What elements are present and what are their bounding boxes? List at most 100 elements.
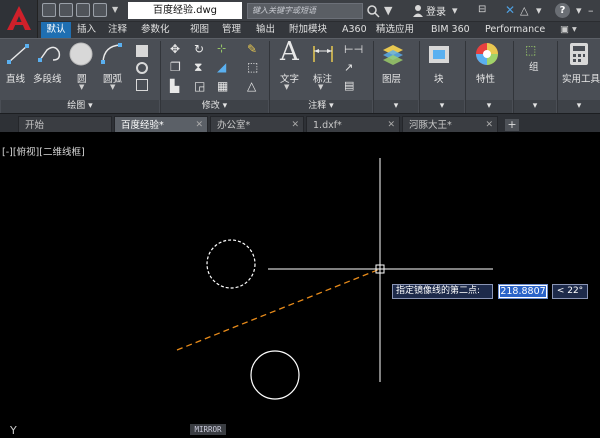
- doc-tab-label: 河豚大王*: [409, 120, 452, 131]
- doc-tab-label: 办公室*: [217, 120, 251, 131]
- doc-tab[interactable]: 河豚大王* ✕: [402, 116, 498, 133]
- tab-annotate[interactable]: 注释: [108, 22, 127, 38]
- dynamic-input-prompt: 指定镜像线的第二点:: [392, 284, 493, 299]
- tab-parametric[interactable]: 参数化: [141, 22, 170, 38]
- doc-tab[interactable]: 办公室* ✕: [210, 116, 304, 133]
- draw-panel-title[interactable]: 绘图 ▾: [1, 100, 159, 113]
- help-icon[interactable]: ?: [555, 3, 570, 18]
- save-icon[interactable]: [76, 3, 90, 17]
- block-icon[interactable]: [427, 42, 451, 66]
- properties-panel-dropdown[interactable]: ▾: [466, 100, 512, 113]
- group-icon[interactable]: ⬚: [525, 43, 536, 57]
- line-tool-label[interactable]: 直线: [6, 71, 25, 85]
- copy-icon[interactable]: ❐: [170, 60, 181, 74]
- drawing-canvas[interactable]: [-][俯视][二维线框] 指定镜像线的第二点: 218.8807 < 22° …: [0, 132, 600, 438]
- text-tool-label[interactable]: 文字: [280, 71, 299, 85]
- layers-panel-dropdown[interactable]: ▾: [374, 100, 418, 113]
- doc-tab-start[interactable]: 开始: [18, 116, 112, 133]
- document-title: 百度经验.dwg: [128, 2, 242, 19]
- tab-insert[interactable]: 插入: [77, 22, 96, 38]
- exchange-apps-icon[interactable]: ⊟: [478, 3, 486, 17]
- modify-panel-title[interactable]: 修改 ▾: [161, 100, 268, 113]
- save-as-icon[interactable]: [93, 3, 107, 17]
- user-icon[interactable]: [412, 4, 424, 17]
- ribbon-tab-bar: 默认 插入 注释 参数化 视图 管理 输出 附加模块 A360 精选应用 BIM…: [38, 22, 600, 38]
- rotate-icon[interactable]: ↻: [194, 42, 204, 56]
- search-icon[interactable]: [366, 4, 380, 18]
- leader-icon[interactable]: ↗: [344, 61, 353, 74]
- layers-icon[interactable]: [381, 42, 405, 66]
- application-menu-button[interactable]: [0, 0, 38, 42]
- tab-featured-apps[interactable]: 精选应用: [376, 22, 414, 38]
- new-tab-plus-icon[interactable]: +: [505, 119, 519, 131]
- arc-icon[interactable]: [100, 42, 124, 66]
- tab-a360[interactable]: A360: [342, 22, 367, 38]
- polyline-icon[interactable]: [37, 42, 63, 66]
- tab-bim360[interactable]: BIM 360: [431, 22, 470, 38]
- layers-tool-label[interactable]: 图层: [382, 71, 401, 85]
- login-dropdown-icon[interactable]: ▾: [452, 4, 458, 18]
- block-panel-dropdown[interactable]: ▾: [420, 100, 464, 113]
- dimension-dropdown-icon[interactable]: ▼: [318, 83, 323, 91]
- tab-addins[interactable]: 附加模块: [289, 22, 327, 38]
- explode-icon[interactable]: ⬚: [247, 60, 258, 74]
- search-input[interactable]: 键入关键字或短语: [247, 3, 363, 19]
- utilities-tool-label[interactable]: 实用工具: [562, 71, 600, 85]
- open-file-icon[interactable]: [59, 3, 73, 17]
- autodesk-x-icon[interactable]: ✕: [505, 3, 515, 17]
- properties-color-wheel-icon[interactable]: [475, 42, 499, 66]
- stay-connected-icon[interactable]: △: [520, 4, 528, 18]
- annotation-panel-title[interactable]: 注释 ▾: [270, 100, 372, 113]
- title-bar: ▼ 百度经验.dwg 键入关键字或短语 ▼ 登录 ▾ ⊟ ✕ △ ▾ ? ▾ –: [0, 0, 600, 42]
- quick-access-dropdown-icon[interactable]: ▼: [112, 5, 120, 19]
- array-icon[interactable]: ▦: [217, 79, 228, 93]
- minimize-icon[interactable]: –: [588, 4, 594, 18]
- mirror-icon[interactable]: ⧗: [194, 60, 202, 75]
- text-icon[interactable]: A: [280, 37, 299, 67]
- doc-tab-active[interactable]: 百度经验* ✕: [114, 116, 208, 133]
- circle-icon[interactable]: [68, 41, 94, 67]
- angle-readout: < 22°: [552, 284, 588, 299]
- login-button[interactable]: 登录: [426, 3, 446, 18]
- ribbon-options-icon[interactable]: ▣ ▾: [560, 22, 577, 38]
- move-icon[interactable]: ✥: [170, 42, 180, 56]
- dimension-icon[interactable]: [311, 43, 335, 65]
- command-line[interactable]: MIRROR: [190, 424, 226, 435]
- line-icon[interactable]: [6, 42, 30, 66]
- hatch-icon[interactable]: [136, 62, 148, 74]
- fillet-icon[interactable]: ◢: [217, 60, 226, 74]
- help-dropdown-icon[interactable]: ▾: [576, 4, 582, 18]
- circle-dropdown-icon[interactable]: ▼: [79, 83, 84, 91]
- erase-icon[interactable]: ✎: [247, 42, 257, 56]
- arc-dropdown-icon[interactable]: ▼: [110, 83, 115, 91]
- dynamic-input-field[interactable]: 218.8807: [498, 284, 548, 299]
- scale-icon[interactable]: ◲: [194, 79, 205, 93]
- binoculars-icon[interactable]: ▼: [384, 4, 392, 18]
- rectangle-icon[interactable]: [136, 45, 148, 57]
- utilities-panel-dropdown[interactable]: ▾: [558, 100, 600, 113]
- table-icon[interactable]: ▤: [344, 79, 354, 92]
- doc-tab[interactable]: 1.dxf* ✕: [306, 116, 400, 133]
- stretch-icon[interactable]: ▙: [170, 79, 179, 93]
- polyline-tool-label[interactable]: 多段线: [33, 71, 62, 85]
- offset-icon[interactable]: △: [247, 79, 256, 93]
- doc-tab-label: 开始: [25, 120, 45, 131]
- trim-icon[interactable]: ⊹: [217, 42, 226, 55]
- tab-default[interactable]: 默认: [41, 22, 71, 38]
- properties-tool-label[interactable]: 特性: [476, 71, 495, 85]
- group-panel-dropdown[interactable]: ▾: [514, 100, 556, 113]
- group-tool-label[interactable]: 组: [529, 59, 539, 73]
- tab-manage[interactable]: 管理: [222, 22, 241, 38]
- more-dropdown-icon[interactable]: ▾: [536, 4, 542, 18]
- tab-performance[interactable]: Performance: [485, 22, 545, 38]
- linear-dim-icon[interactable]: ⊢⊣: [344, 43, 363, 56]
- calculator-icon[interactable]: [568, 42, 590, 66]
- new-file-icon[interactable]: [42, 3, 56, 17]
- tab-output[interactable]: 输出: [256, 22, 275, 38]
- doc-tab-label: 百度经验*: [121, 120, 164, 131]
- text-dropdown-icon[interactable]: ▼: [284, 83, 289, 91]
- tab-view[interactable]: 视图: [190, 22, 209, 38]
- boundary-icon[interactable]: [136, 79, 148, 91]
- mirror-line: [176, 268, 381, 351]
- block-tool-label[interactable]: 块: [434, 71, 444, 85]
